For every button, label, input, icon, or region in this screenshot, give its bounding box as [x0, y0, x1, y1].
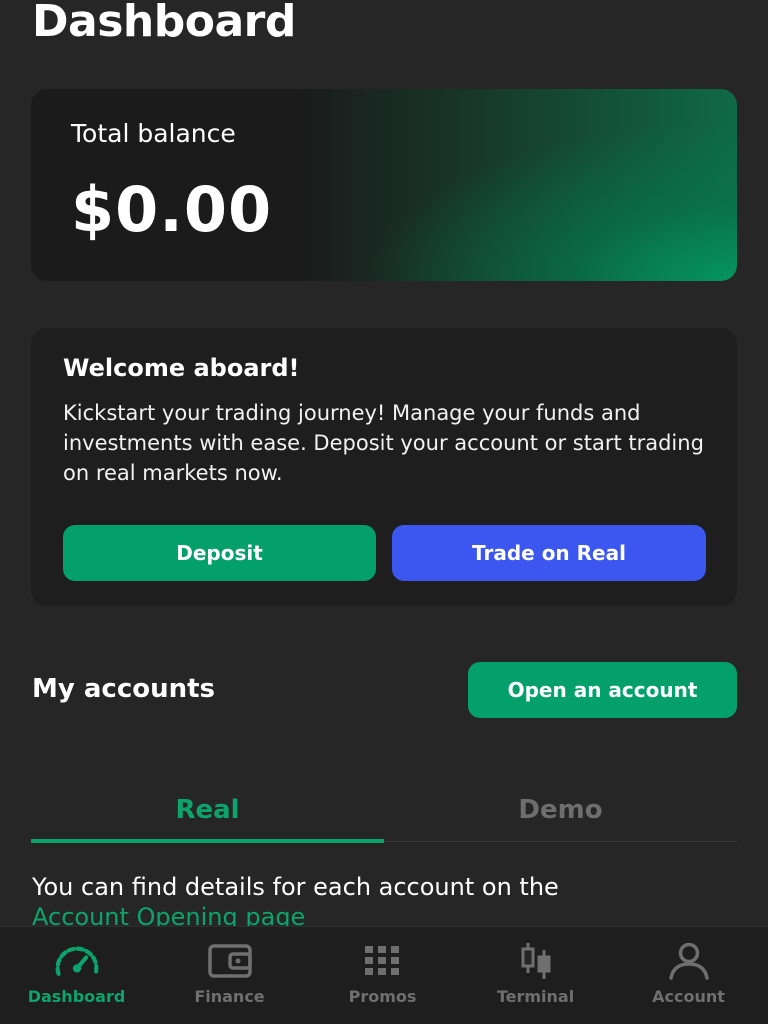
nav-account[interactable]: Account [612, 927, 765, 1024]
candlestick-icon [512, 941, 560, 981]
user-icon [665, 941, 713, 981]
nav-terminal[interactable]: Terminal [459, 927, 612, 1024]
active-tab-indicator [31, 839, 384, 843]
nav-label-terminal: Terminal [496, 987, 575, 1006]
deposit-button[interactable]: Deposit [63, 525, 376, 581]
tab-real[interactable]: Real [31, 780, 384, 840]
grid-icon [359, 941, 407, 981]
nav-promos[interactable]: Promos [306, 927, 459, 1024]
bottom-nav: Dashboard Finance Promos Terminal Accoun… [0, 926, 768, 1024]
balance-card: Total balance $0.00 [31, 89, 737, 281]
balance-label: Total balance [71, 119, 236, 148]
welcome-card: Welcome aboard! Kickstart your trading j… [31, 328, 737, 606]
speedometer-icon [53, 941, 101, 981]
nav-label-dashboard: Dashboard [27, 987, 126, 1006]
account-info-label: You can find details for each account on… [32, 873, 559, 901]
balance-value: $0.00 [71, 173, 273, 246]
account-info-text: You can find details for each account on… [32, 872, 732, 932]
nav-finance[interactable]: Finance [153, 927, 306, 1024]
tab-demo[interactable]: Demo [384, 780, 737, 840]
my-accounts-title: My accounts [32, 674, 216, 704]
welcome-title: Welcome aboard! [63, 354, 300, 382]
nav-label-promos: Promos [348, 987, 417, 1006]
welcome-text: Kickstart your trading journey! Manage y… [63, 401, 704, 485]
page-title: Dashboard [32, 0, 296, 47]
open-account-button[interactable]: Open an account [468, 662, 737, 718]
wallet-icon [206, 941, 254, 981]
nav-label-account: Account [652, 987, 725, 1006]
nav-label-finance: Finance [194, 987, 265, 1006]
trade-on-real-button[interactable]: Trade on Real [392, 525, 706, 581]
dashboard-screen: Dashboard Total balance $0.00 Welcome ab… [0, 0, 768, 1024]
account-tabs: Real Demo [31, 780, 737, 844]
tab-divider [384, 841, 737, 842]
nav-dashboard[interactable]: Dashboard [0, 927, 153, 1024]
